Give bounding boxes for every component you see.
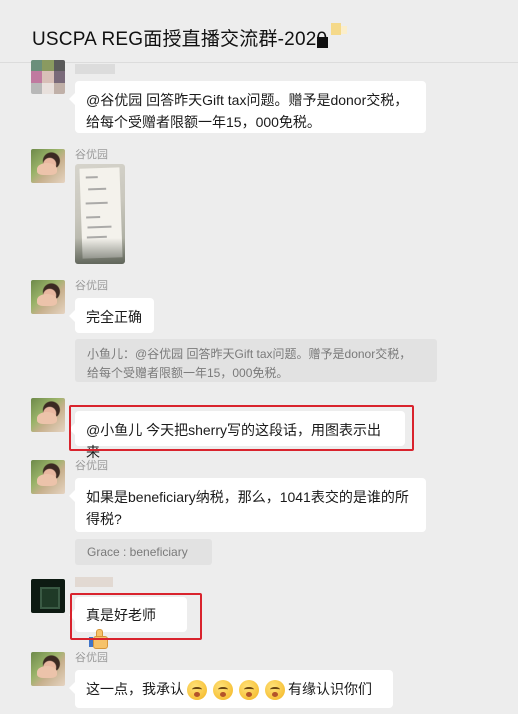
message-text: 完全正确 xyxy=(86,309,142,325)
message-text-line: 得税? xyxy=(86,511,122,527)
title-emoji-icon xyxy=(317,23,347,49)
message-bubble[interactable]: 如果是beneficiary纳税，那么，1041表交的是谁的所 得税? xyxy=(69,478,426,532)
message-text-line: 如果是beneficiary纳税，那么，1041表交的是谁的所 xyxy=(86,489,409,505)
quote-text-line: 给每个受赠者限额一年15，000免税。 xyxy=(87,366,289,380)
quoted-message[interactable]: 小鱼儿：@谷优园 回答昨天Gift tax问题。赠予是donor交税， 给每个受… xyxy=(75,339,437,382)
message-text-line: @谷优园 回答昨天Gift tax问题。赠予是donor交税， xyxy=(86,92,409,108)
scrollbar[interactable] xyxy=(514,62,518,714)
sender-nickname: 谷优园 xyxy=(75,460,108,472)
quoted-message[interactable]: Grace : beneficiary xyxy=(75,539,212,565)
sender-avatar[interactable] xyxy=(31,398,65,432)
kissing-face-icon xyxy=(187,680,207,701)
message-bubble[interactable]: 真是好老师 xyxy=(69,597,187,650)
sender-nickname: 谷优园 xyxy=(75,652,108,664)
message-text: 真是好老师 xyxy=(86,607,156,623)
sender-avatar[interactable] xyxy=(31,579,65,613)
message-text: 有缘认识你们 xyxy=(288,681,372,697)
kissing-face-icon xyxy=(213,680,233,701)
sender-avatar[interactable] xyxy=(31,280,65,314)
message-bubble[interactable]: @小鱼儿 今天把sherry写的这段话，用图表示出来 xyxy=(69,411,405,460)
quote-text-line: 小鱼儿：@谷优园 回答昨天Gift tax问题。赠予是donor交税， xyxy=(87,347,412,361)
quote-text: Grace : beneficiary xyxy=(87,545,188,559)
sender-avatar[interactable] xyxy=(31,149,65,183)
message-text-line: 给每个受赠者限额一年15，000免税。 xyxy=(86,114,321,130)
sender-nickname: 谷优园 xyxy=(75,280,108,292)
sender-nickname-redacted xyxy=(75,577,113,587)
thumbs-up-icon xyxy=(88,628,108,650)
kissing-face-icon xyxy=(265,680,285,701)
message-text: 这一点，我承认 xyxy=(86,681,184,697)
sender-nickname: 谷优园 xyxy=(75,149,108,161)
group-title: USCPA REG面授直播交流群-2020 xyxy=(32,29,328,50)
image-message[interactable] xyxy=(75,164,125,264)
sender-avatar[interactable] xyxy=(31,652,65,686)
message-bubble[interactable]: @谷优园 回答昨天Gift tax问题。赠予是donor交税， 给每个受赠者限额… xyxy=(69,81,426,133)
sender-avatar[interactable] xyxy=(31,60,65,94)
sender-avatar[interactable] xyxy=(31,460,65,494)
message-bubble[interactable]: 这一点，我承认 有缘认识你们 xyxy=(69,670,393,708)
sender-nickname-redacted xyxy=(75,64,115,74)
message-text: @小鱼儿 今天把sherry写的这段话，用图表示出来 xyxy=(86,422,381,460)
kissing-face-icon xyxy=(239,680,259,701)
chat-header: USCPA REG面授直播交流群-2020 xyxy=(0,0,518,63)
message-bubble[interactable]: 完全正确 xyxy=(69,298,154,333)
